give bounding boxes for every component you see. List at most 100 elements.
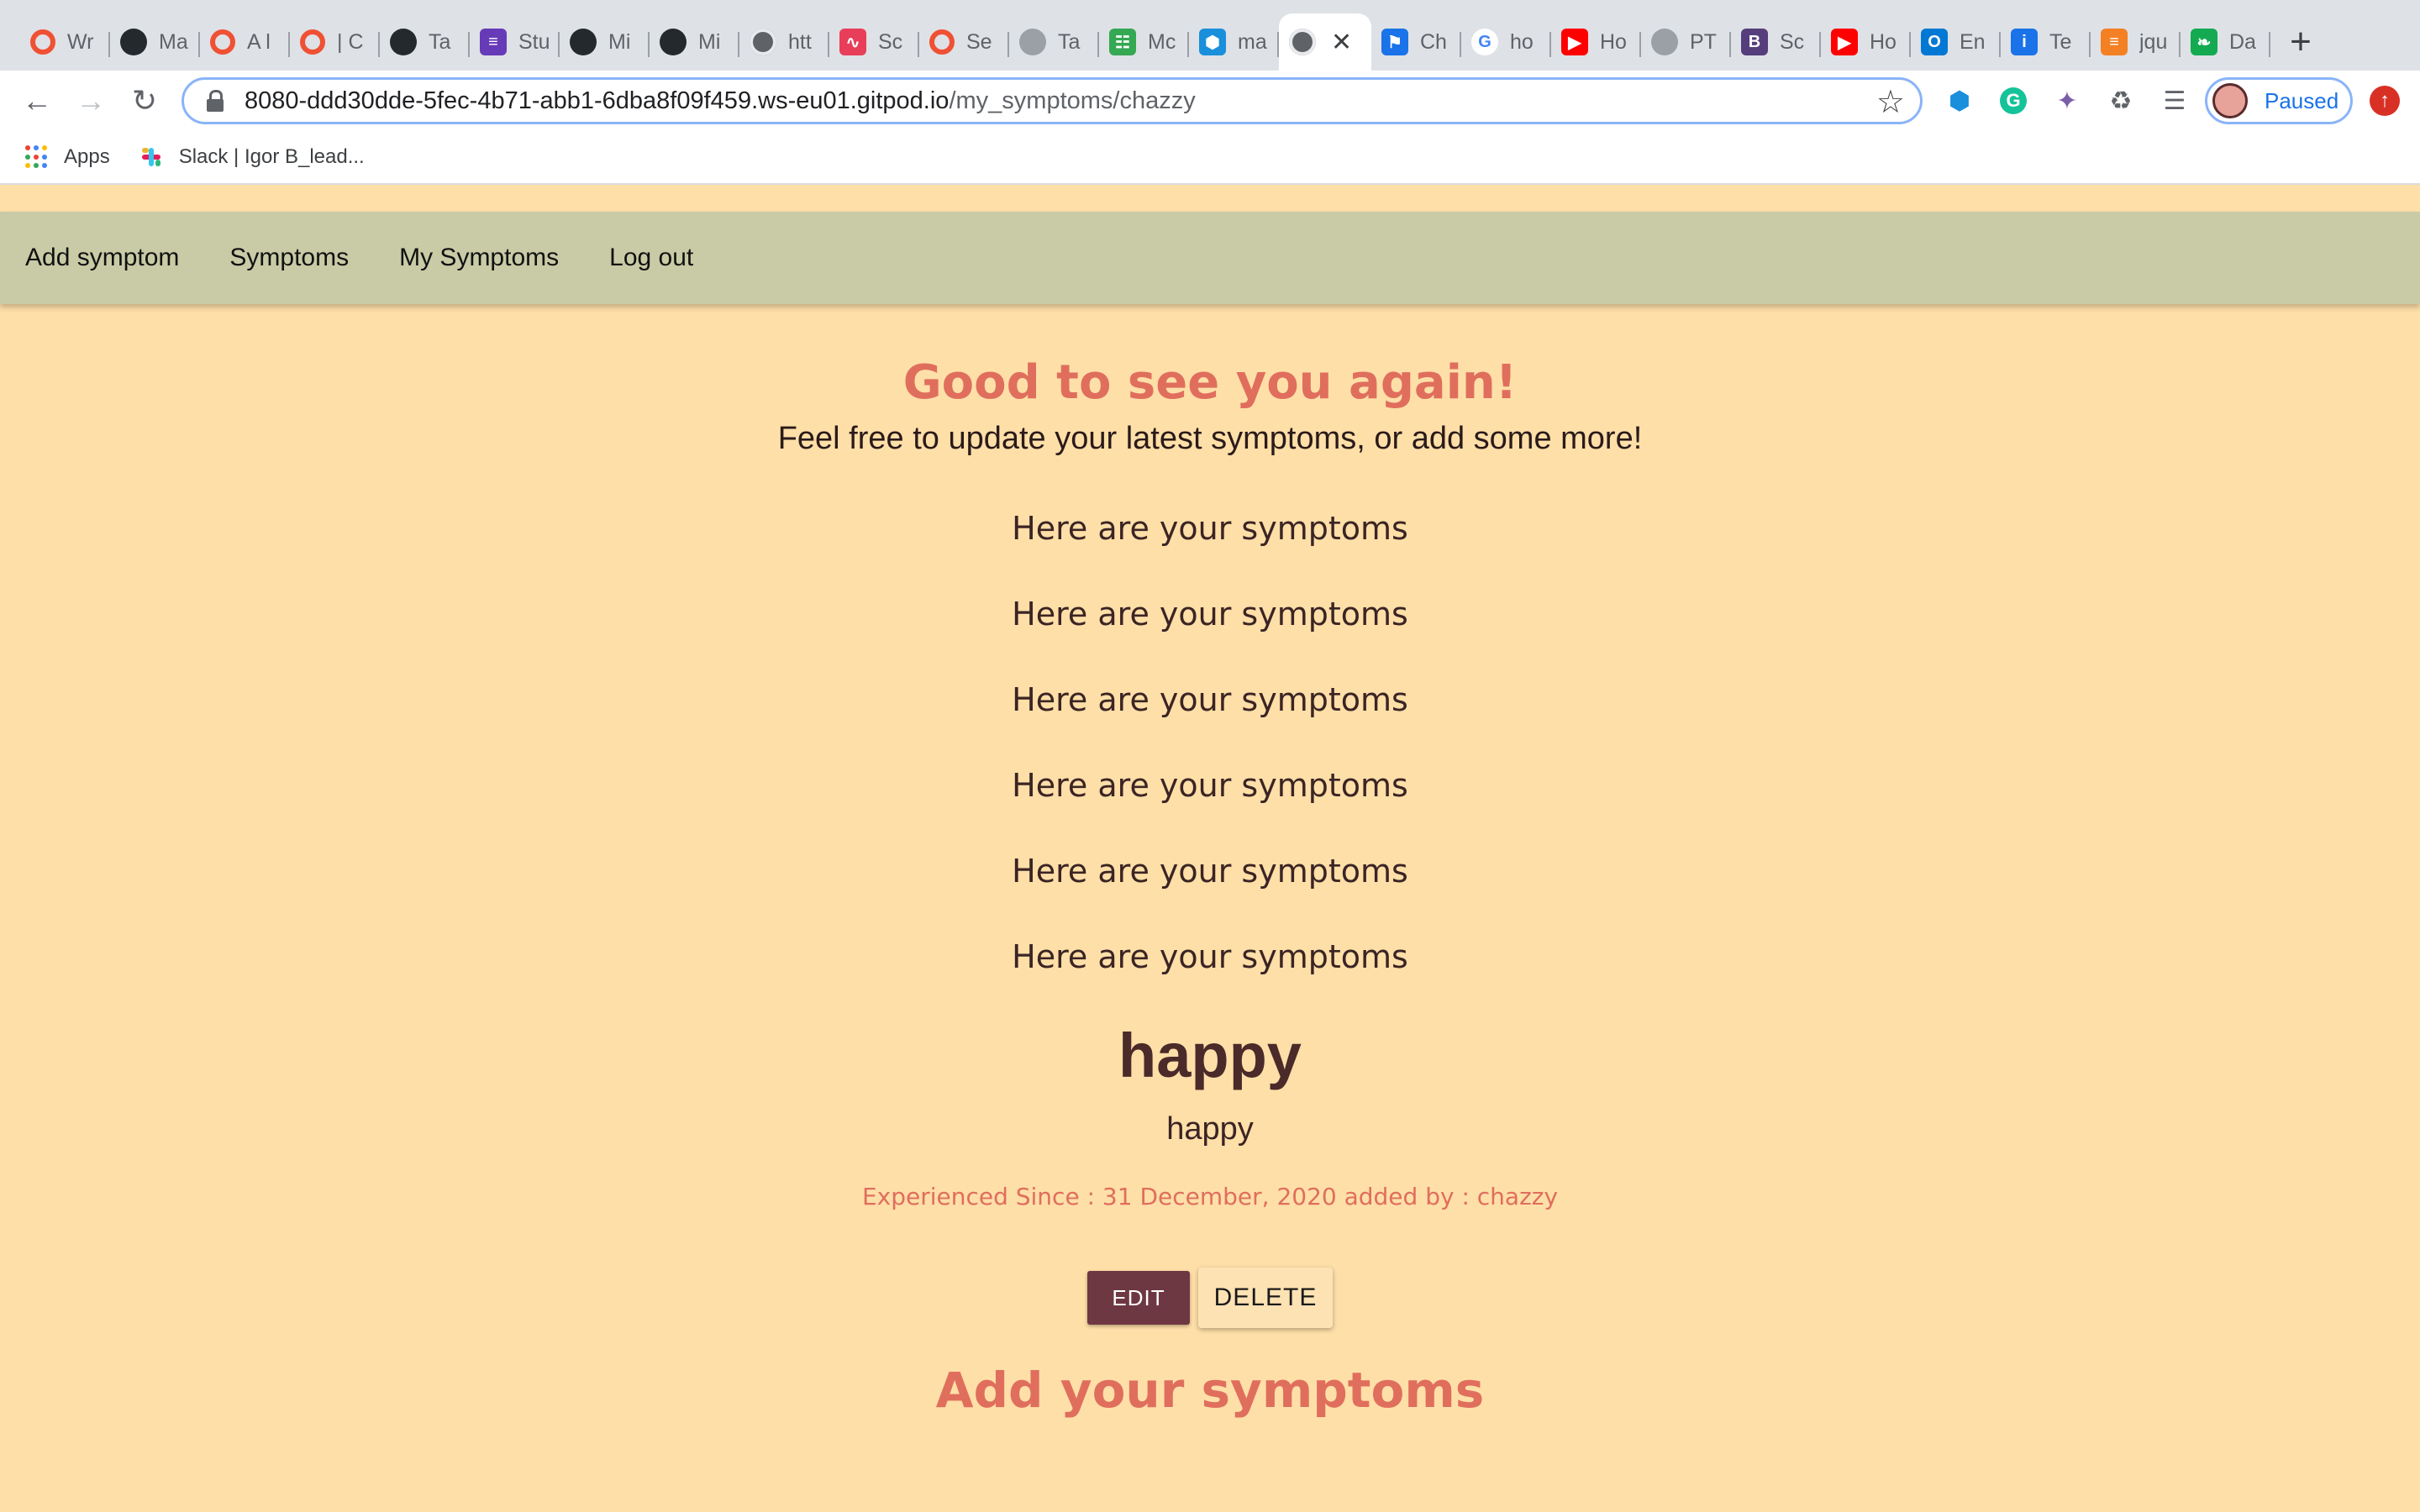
browser-tab[interactable]: A l	[200, 13, 290, 71]
github-icon	[570, 29, 597, 55]
nav-log-out[interactable]: Log out	[609, 244, 693, 272]
info-blue-icon: i	[2011, 29, 2038, 55]
symptoms-section-heading: Here are your symptoms	[1012, 596, 1408, 633]
address-bar[interactable]: 8080-ddd30dde-5fec-4b71-abb1-6dba8f09f45…	[182, 77, 1923, 124]
browser-tab[interactable]: Ma	[110, 13, 200, 71]
github-grey-icon	[1651, 29, 1678, 55]
symptom-card: happy happy Experienced Since : 31 Decem…	[0, 1020, 2420, 1329]
bookmark-label: Apps	[64, 145, 110, 168]
tab-title: A l	[247, 29, 271, 54]
tab-title: | C	[337, 29, 364, 54]
symptom-actions: EDIT DELETE	[0, 1268, 2420, 1329]
browser-tab[interactable]: ∿ Sc	[829, 13, 919, 71]
browser-tab[interactable]: | C	[290, 13, 380, 71]
youtube-icon: ▶	[1561, 29, 1588, 55]
grammarly-icon[interactable]: G	[1995, 82, 2032, 119]
new-tab-plus-icon[interactable]: +	[2275, 13, 2326, 71]
bookmarks-bar: Apps Slack | Igor B_lead...	[0, 131, 2420, 185]
wave-red-icon: ∿	[839, 29, 866, 55]
stackoverflow-icon: ≡	[2101, 29, 2128, 55]
bookmark-slack[interactable]: Slack | Igor B_lead...	[139, 144, 365, 170]
edit-button[interactable]: EDIT	[1087, 1271, 1190, 1326]
symptoms-section-heading: Here are your symptoms	[1012, 938, 1408, 976]
nav-symptoms[interactable]: Symptoms	[229, 244, 349, 272]
browser-tab[interactable]: Gho	[1461, 13, 1551, 71]
browser-tab[interactable]: ❧ Da	[2181, 13, 2270, 71]
symptoms-section-heading: Here are your symptoms	[1012, 681, 1408, 719]
tab-title: Sc	[878, 29, 903, 54]
tab-title: Ta	[429, 29, 451, 54]
browser-tab[interactable]: Wr	[20, 13, 110, 71]
bootstrap-icon: B	[1741, 29, 1768, 55]
nav-add-symptom[interactable]: Add symptom	[25, 244, 179, 272]
globe-icon	[1289, 29, 1316, 55]
browser-tab[interactable]: Mi	[650, 13, 739, 71]
browser-tab[interactable]: O En	[1911, 13, 2001, 71]
welcome-subtitle: Feel free to update your latest symptoms…	[777, 421, 1643, 457]
browser-tab[interactable]: ▶ Ho	[1551, 13, 1641, 71]
tab-title: Se	[966, 29, 992, 54]
browser-tab[interactable]: htt	[739, 13, 829, 71]
tab-title: Mi	[698, 29, 721, 54]
browser-tab[interactable]: PT	[1641, 13, 1731, 71]
github-icon	[120, 29, 147, 55]
tab-title: Mi	[608, 29, 631, 54]
apps-grid-icon	[25, 145, 49, 169]
symptoms-section-heading: Here are your symptoms	[1012, 767, 1408, 805]
page: Add symptom Symptoms My Symptoms Log out…	[0, 185, 2420, 1512]
delete-button[interactable]: DELETE	[1198, 1268, 1333, 1329]
sheet-green-icon: ☷	[1109, 29, 1136, 55]
tab-title: PT	[1690, 29, 1717, 54]
nav-my-symptoms[interactable]: My Symptoms	[399, 244, 559, 272]
browser-tab[interactable]: Ta	[1009, 13, 1099, 71]
bookmark-apps[interactable]: Apps	[25, 145, 110, 169]
welcome-heading: Good to see you again!	[902, 355, 1518, 410]
circle-orange-icon	[210, 29, 235, 55]
forward-arrow-icon[interactable]: →	[71, 81, 111, 121]
circle-orange-icon	[929, 29, 955, 55]
close-tab-icon[interactable]: ✕	[1331, 28, 1352, 57]
browser-tab[interactable]: ≡ jqu	[2091, 13, 2181, 71]
reload-icon[interactable]: ↻	[124, 81, 165, 121]
update-icon[interactable]: ↑	[2370, 86, 2400, 116]
browser-tab[interactable]: Mi	[560, 13, 650, 71]
browser-tab[interactable]: ✕	[1279, 13, 1371, 71]
profile-button[interactable]: Paused	[2205, 77, 2353, 124]
tab-title: Wr	[67, 29, 94, 54]
tab-title: ho	[1510, 29, 1534, 54]
tab-title: Te	[2049, 29, 2072, 54]
symptoms-section-heading: Here are your symptoms	[1012, 510, 1408, 548]
extensions-puzzle-icon[interactable]: ♻	[2102, 82, 2139, 119]
slack-icon	[139, 144, 164, 170]
github-grey-icon	[1019, 29, 1046, 55]
circle-orange-icon	[300, 29, 325, 55]
browser-tab[interactable]: i Te	[2001, 13, 2091, 71]
back-arrow-icon[interactable]: ←	[17, 81, 57, 121]
tab-title: Mc	[1148, 29, 1176, 54]
address-url[interactable]: 8080-ddd30dde-5fec-4b71-abb1-6dba8f09f45…	[245, 87, 1196, 115]
browser-tab[interactable]: ≡ Stu	[470, 13, 560, 71]
browser-tab[interactable]: Ta	[380, 13, 470, 71]
extension-hexagon-icon[interactable]: ⬢	[1941, 82, 1978, 119]
github-icon	[660, 29, 687, 55]
bookmark-star-icon[interactable]: ☆	[1876, 83, 1905, 121]
media-queue-icon[interactable]: ☰	[2156, 82, 2193, 119]
leaf-green-icon: ❧	[2191, 29, 2217, 55]
extension-unicorn-icon[interactable]: ✦	[2049, 82, 2086, 119]
symptom-meta: Experienced Since : 31 December, 2020 ad…	[861, 1183, 1559, 1211]
tab-title: ma	[1238, 29, 1267, 54]
symptoms-headings: Here are your symptoms Here are your sym…	[0, 486, 2420, 1000]
lock-icon[interactable]	[206, 90, 224, 112]
flag-blue-icon: ⚑	[1381, 29, 1408, 55]
tab-title: Stu	[518, 29, 550, 54]
browser-tab[interactable]: ▶ Ho	[1821, 13, 1911, 71]
bookmark-label: Slack | Igor B_lead...	[178, 145, 365, 168]
outlook-icon: O	[1921, 29, 1948, 55]
browser-tab[interactable]: ☷ Mc	[1099, 13, 1189, 71]
browser-tab[interactable]: ⬢ ma	[1189, 13, 1279, 71]
browser-tab[interactable]: B Sc	[1731, 13, 1821, 71]
tab-title: Ta	[1058, 29, 1081, 54]
browser-tab[interactable]: ⚑ Ch	[1371, 13, 1461, 71]
browser-tab[interactable]: Se	[919, 13, 1009, 71]
profile-status-label: Paused	[2265, 87, 2339, 113]
